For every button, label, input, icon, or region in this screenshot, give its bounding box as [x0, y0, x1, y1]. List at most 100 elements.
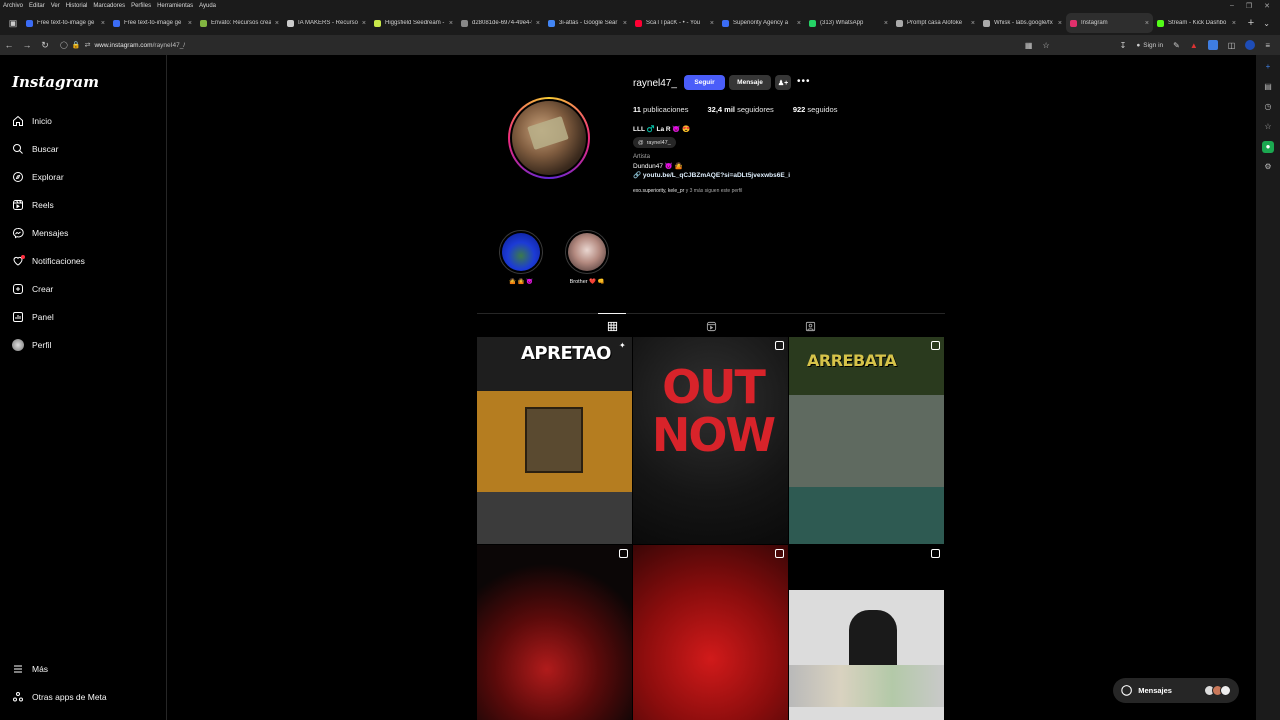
browser-tab[interactable]: Free text-to-image ge ×	[22, 13, 109, 33]
story-highlight[interactable]: 🤷 🤷 😈	[499, 230, 543, 285]
menu-historial[interactable]: Historial	[63, 3, 91, 9]
tab-list-chevron-icon[interactable]: ⌄	[1263, 19, 1270, 28]
site-settings-icon[interactable]: ⇄	[85, 41, 91, 49]
lock-icon[interactable]: 🔒	[72, 41, 81, 49]
profile-avatar[interactable]	[508, 97, 590, 179]
tab-close-icon[interactable]: ×	[623, 20, 627, 27]
browser-tab[interactable]: Envato: Recursos crea ×	[196, 13, 283, 33]
sidebar-item-reels[interactable]: Reels	[11, 197, 54, 213]
add-panel-icon[interactable]: +	[1262, 61, 1274, 73]
browser-tab[interactable]: Prompt casa Alofoke ×	[892, 13, 979, 33]
tab-close-icon[interactable]: ×	[362, 20, 366, 27]
followers-stat[interactable]: 32,4 mil seguidores	[707, 105, 773, 114]
browser-tab[interactable]: ScaTTpacK - • - You ×	[631, 13, 718, 33]
tab-close-icon[interactable]: ×	[884, 20, 888, 27]
tab-close-icon[interactable]: ×	[101, 20, 105, 27]
post-thumbnail[interactable]	[789, 545, 944, 720]
reload-icon[interactable]: ↻	[36, 40, 54, 51]
sidebar-toggle-icon[interactable]: ◫	[1228, 41, 1236, 50]
back-icon[interactable]: ←	[0, 40, 18, 50]
tab-close-icon[interactable]: ×	[449, 20, 453, 27]
tab-close-icon[interactable]: ×	[797, 20, 801, 27]
messages-pill[interactable]: ◯ Mensajes	[1113, 678, 1239, 703]
post-thumbnail[interactable]: ARREBATA	[789, 337, 944, 544]
tab-posts[interactable]	[598, 313, 626, 332]
tab-close-icon[interactable]: ×	[188, 20, 192, 27]
menu-editar[interactable]: Editar	[26, 3, 48, 9]
menu-archivo[interactable]: Archivo	[0, 3, 26, 9]
sidebar-item-inicio[interactable]: Inicio	[11, 113, 52, 129]
post-thumbnail[interactable]	[477, 545, 632, 720]
tab-close-icon[interactable]: ×	[275, 20, 279, 27]
following-stat[interactable]: 922 seguidos	[793, 105, 838, 114]
sidebar-item-explorar[interactable]: Explorar	[11, 169, 64, 185]
post-thumbnail[interactable]: APRETAO ✦	[477, 337, 632, 544]
ext-red-icon[interactable]: ▲	[1190, 41, 1198, 50]
whatsapp-icon[interactable]: ●	[1262, 141, 1274, 153]
instagram-logo[interactable]: Instagram	[12, 73, 99, 91]
posts-stat[interactable]: 11 publicaciones	[633, 105, 688, 114]
restore-icon[interactable]: ❐	[1246, 2, 1252, 10]
tab-close-icon[interactable]: ×	[971, 20, 975, 27]
menu-kebab-icon[interactable]: ≡	[1265, 41, 1270, 50]
sidebar-item-panel[interactable]: Panel	[11, 309, 54, 325]
tab-reels[interactable]	[705, 320, 717, 332]
tab-close-icon[interactable]: ×	[710, 20, 714, 27]
browser-tab[interactable]: Stream - Kick Dashbo ×	[1153, 13, 1240, 33]
browser-tab[interactable]: (313) WhatsApp ×	[805, 13, 892, 33]
menu-ver[interactable]: Ver	[48, 3, 63, 9]
extensions-icon[interactable]: ✎	[1173, 41, 1180, 50]
browser-tab[interactable]: Superiority Agency a ×	[718, 13, 805, 33]
profile-ext-icon[interactable]	[1245, 40, 1256, 50]
sidebar-item-meta-apps[interactable]: Otras apps de Meta	[11, 689, 107, 705]
message-button[interactable]: Mensaje	[729, 75, 771, 90]
threads-badge[interactable]: @ raynel47_	[633, 137, 676, 148]
sign-in-button[interactable]: ● Sign in	[1136, 42, 1163, 49]
tab-tagged[interactable]	[804, 320, 816, 332]
bookmark-star-icon[interactable]: ☆	[1042, 41, 1049, 50]
menu-ayuda[interactable]: Ayuda	[196, 3, 219, 9]
tab-close-icon[interactable]: ×	[1058, 20, 1062, 27]
tab-close-icon[interactable]: ×	[1145, 20, 1149, 27]
add-user-button[interactable]: ♟+	[775, 75, 791, 90]
post-thumbnail[interactable]	[633, 545, 788, 720]
browser-tab[interactable]: Higgsfield Seedream - ×	[370, 13, 457, 33]
sidebar-item-notificaciones[interactable]: Notificaciones	[11, 253, 85, 269]
history-icon[interactable]: ◷	[1262, 101, 1274, 113]
browser-tab[interactable]: Instagram ×	[1066, 13, 1153, 33]
more-options-icon[interactable]: •••	[797, 76, 811, 87]
post-thumbnail[interactable]: OUT NOW	[633, 337, 788, 544]
sidebar-item-perfil[interactable]: Perfil	[11, 337, 51, 353]
sidebar-item-mas[interactable]: Más	[11, 661, 48, 677]
download-icon[interactable]: ↧	[1120, 41, 1127, 50]
url-bar[interactable]: ◯ 🔒 ⇄ www.instagram.com/rayneI47_/	[60, 41, 1025, 50]
forward-icon[interactable]: →	[18, 40, 36, 50]
browser-tab[interactable]: Free text-to-image ge ×	[109, 13, 196, 33]
bio-link[interactable]: 🔗 youtu.be/L_qCJBZmAQE?si=aDLt5jvexwbs6E…	[633, 171, 790, 179]
story-highlight[interactable]: Brother ❤️ 👊	[565, 230, 609, 285]
translate-icon[interactable]: ▦	[1025, 41, 1033, 50]
reading-list-icon[interactable]: ▤	[1262, 81, 1274, 93]
menu-herramientas[interactable]: Herramientas	[154, 3, 196, 9]
tab-overview-icon[interactable]: ▣	[4, 18, 22, 29]
ext-blue-icon[interactable]	[1207, 40, 1218, 50]
sidebar-item-crear[interactable]: Crear	[11, 281, 53, 297]
browser-tab[interactable]: IA MAKERS - Recursos ×	[283, 13, 370, 33]
menu-marcadores[interactable]: Marcadores	[90, 3, 128, 9]
browser-tab[interactable]: 3i-atlas - Google Sear ×	[544, 13, 631, 33]
browser-tab[interactable]: d28081de-6974-49e4-98 ×	[457, 13, 544, 33]
close-window-icon[interactable]: ✕	[1264, 2, 1270, 10]
sidebar-item-buscar[interactable]: Buscar	[11, 141, 58, 157]
followed-by[interactable]: exo.superiority, kele_pr y 3 más siguen …	[633, 188, 742, 194]
minimize-icon[interactable]: –	[1230, 2, 1234, 10]
tab-close-icon[interactable]: ×	[1232, 20, 1236, 27]
tab-close-icon[interactable]: ×	[536, 20, 540, 27]
browser-tab[interactable]: Whisk - labs.google/fx ×	[979, 13, 1066, 33]
sidebar-item-mensajes[interactable]: Mensajes	[11, 225, 68, 241]
shield-icon[interactable]: ◯	[60, 41, 68, 49]
new-tab-button[interactable]: +	[1244, 17, 1258, 29]
menu-perfiles[interactable]: Perfiles	[128, 3, 154, 9]
settings-gear-icon[interactable]: ⚙	[1262, 161, 1274, 173]
bookmarks-icon[interactable]: ☆	[1262, 121, 1274, 133]
follow-button[interactable]: Seguir	[684, 75, 725, 90]
